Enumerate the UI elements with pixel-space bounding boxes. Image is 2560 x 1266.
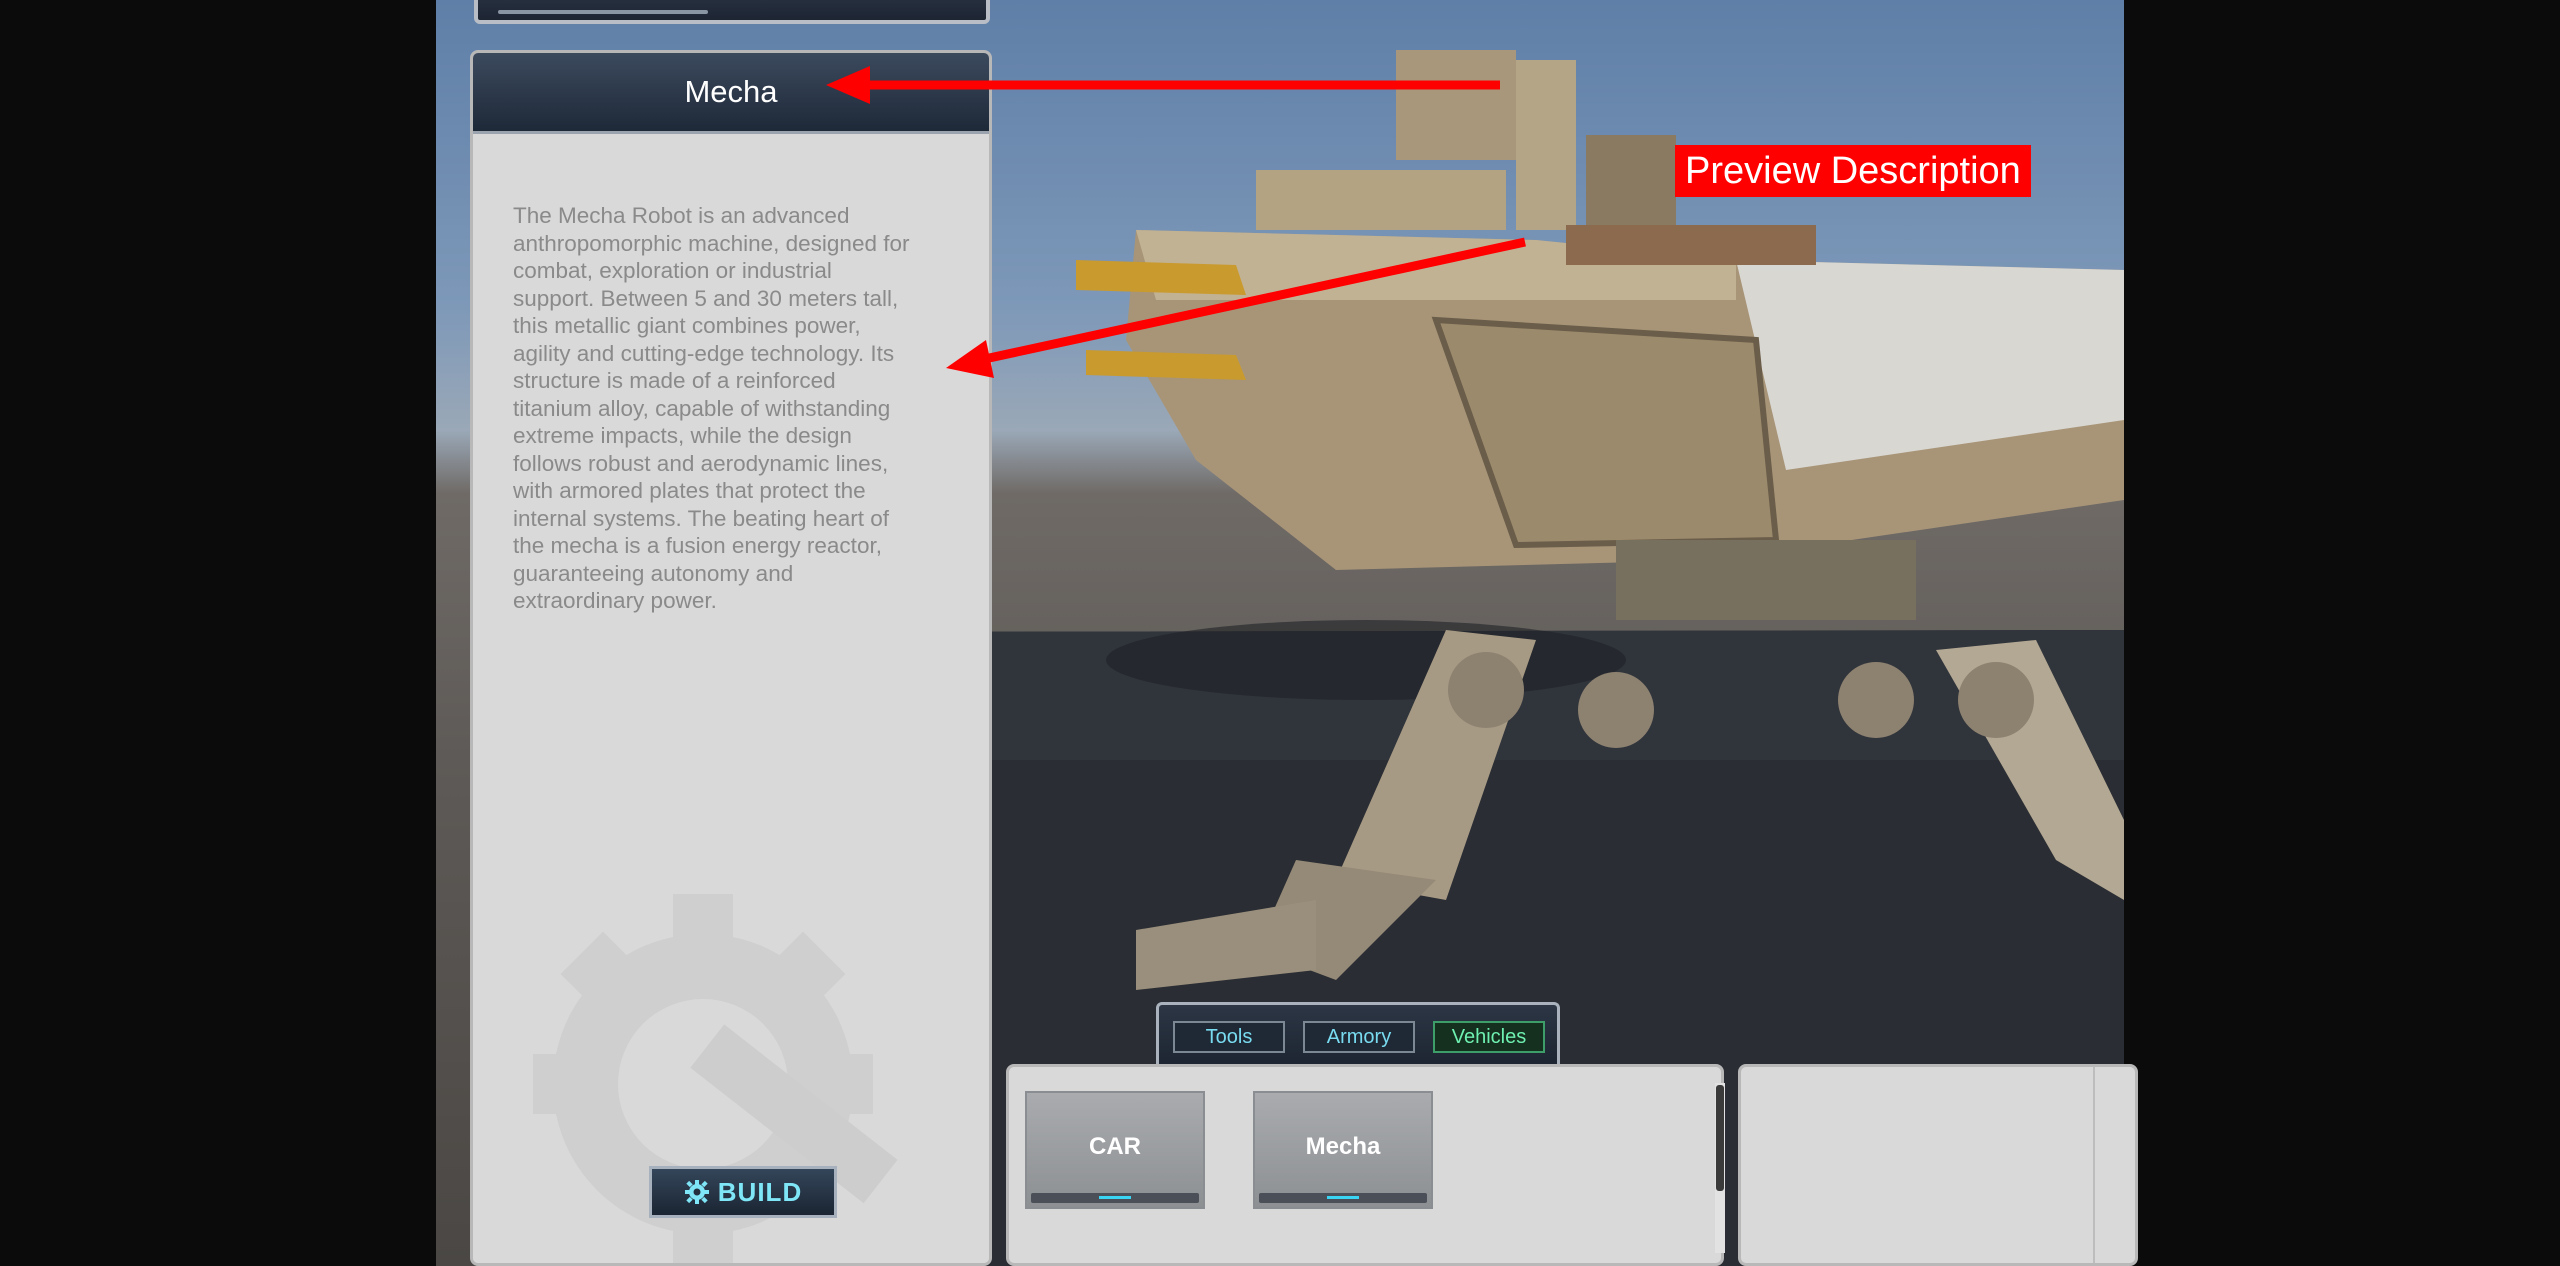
gear-icon (684, 1180, 709, 1204)
item-list-panel: CAR Mecha (1006, 1064, 1725, 1266)
tab-vehicles[interactable]: Vehicles (1433, 1021, 1545, 1053)
item-label: CAR (1089, 1133, 1141, 1160)
previous-panel-edge (474, 0, 990, 24)
annotation-label: Preview Description (1675, 145, 2031, 197)
item-car[interactable]: CAR (1025, 1091, 1205, 1209)
item-list-scrollbar[interactable] (1715, 1083, 1725, 1253)
preview-header: Mecha (473, 53, 989, 134)
item-selection-bar (1259, 1193, 1427, 1203)
build-label: BUILD (717, 1176, 803, 1207)
preview-body: The Mecha Robot is an advanced anthropom… (473, 134, 989, 1263)
scrollbar-thumb[interactable] (1716, 1085, 1724, 1191)
item-selection-bar (1031, 1193, 1199, 1203)
tab-armory[interactable]: Armory (1303, 1021, 1415, 1053)
tab-tools[interactable]: Tools (1173, 1021, 1285, 1053)
item-mecha[interactable]: Mecha (1253, 1091, 1433, 1209)
details-panel (1738, 1064, 2138, 1266)
preview-description: The Mecha Robot is an advanced anthropom… (513, 203, 910, 613)
item-label: Mecha (1305, 1133, 1381, 1160)
preview-panel: Mecha The Mecha Robot is an advanced ant… (470, 50, 992, 1266)
preview-title: Mecha (684, 74, 778, 109)
build-button[interactable]: BUILD (649, 1166, 837, 1218)
category-tab-bar: Tools Armory Vehicles (1156, 1002, 1560, 1066)
